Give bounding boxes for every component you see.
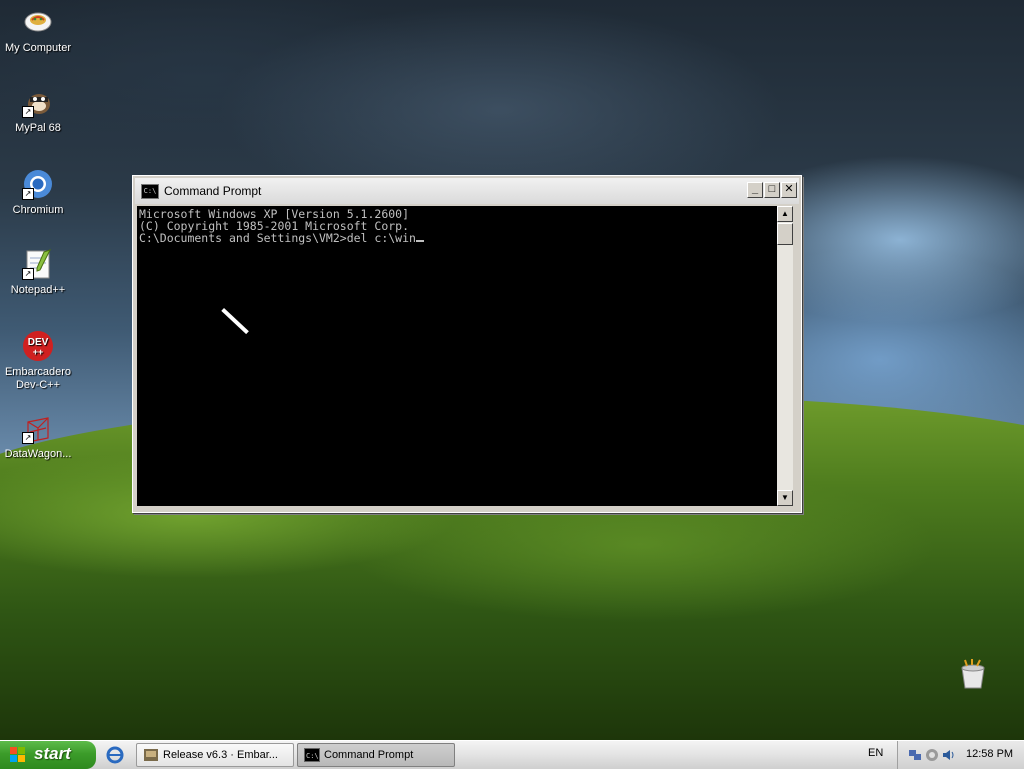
desktop-icon-label: Chromium <box>12 204 64 216</box>
console-prompt-text: C:\Documents and Settings\VM2>del c:\win <box>139 231 416 245</box>
command-prompt-icon: C:\ <box>141 184 159 199</box>
desktop-bucket-icon[interactable] <box>958 658 988 690</box>
volume-icon[interactable] <box>942 748 956 762</box>
language-indicator[interactable]: EN <box>868 747 883 759</box>
start-label: start <box>34 744 71 763</box>
desktop-icon-chromium[interactable]: ↗ Chromium <box>0 168 76 217</box>
taskbar-item-label: Command Prompt <box>324 749 414 761</box>
datawagon-icon: ↗ <box>22 412 54 444</box>
start-button[interactable]: start <box>0 741 96 769</box>
scroll-up-arrow-icon[interactable]: ▲ <box>777 206 793 222</box>
command-prompt-icon: C:\ <box>304 748 320 762</box>
internet-explorer-icon[interactable] <box>106 746 124 764</box>
desktop-icon-notepadpp[interactable]: ↗ Notepad++ <box>0 248 76 297</box>
taskbar-item-release[interactable]: Release v6.3 · Embar... <box>136 743 294 767</box>
svg-text:++: ++ <box>33 347 44 357</box>
desktop-icon-my-computer[interactable]: My Computer <box>0 6 76 55</box>
console-line-prompt: C:\Documents and Settings\VM2>del c:\win <box>139 232 777 244</box>
scrollbar-thumb[interactable] <box>777 223 793 245</box>
vertical-scrollbar[interactable]: ▲ ▼ <box>777 206 793 506</box>
windows-flag-icon <box>10 747 26 763</box>
command-prompt-window[interactable]: C:\ Command Prompt _ □ ✕ Microsoft Windo… <box>132 175 802 513</box>
devcpp-icon: DEV ++ <box>22 330 54 362</box>
my-computer-icon <box>22 6 54 38</box>
console-cursor <box>415 240 424 242</box>
console-output[interactable]: Microsoft Windows XP [Version 5.1.2600](… <box>137 206 777 506</box>
network-icon[interactable] <box>908 748 922 762</box>
desktop-icon-label: Embarcadero Dev-C++ <box>4 366 72 391</box>
taskbar-item-command-prompt[interactable]: C:\ Command Prompt <box>297 743 455 767</box>
embarcadero-app-icon <box>143 748 159 762</box>
desktop-icon-label: My Computer <box>4 42 72 54</box>
desktop-icon-datawagon[interactable]: ↗ DataWagon... <box>0 412 76 461</box>
shortcut-arrow-icon: ↗ <box>22 268 34 280</box>
close-button[interactable]: ✕ <box>781 182 797 198</box>
shortcut-arrow-icon: ↗ <box>22 432 34 444</box>
system-tray: 12:58 PM <box>897 741 1024 769</box>
window-title: Command Prompt <box>164 184 262 198</box>
mypal-icon: ↗ <box>22 86 54 118</box>
minimize-button[interactable]: _ <box>747 182 763 198</box>
scroll-down-arrow-icon[interactable]: ▼ <box>777 490 793 506</box>
desktop-icon-label: Notepad++ <box>10 284 66 296</box>
window-titlebar[interactable]: C:\ Command Prompt _ □ ✕ <box>135 178 799 204</box>
taskbar-item-label: Release v6.3 · Embar... <box>163 749 278 761</box>
chromium-icon: ↗ <box>22 168 54 200</box>
desktop-icon-devcpp[interactable]: DEV ++ Embarcadero Dev-C++ <box>0 330 76 392</box>
svg-text:C:\: C:\ <box>306 752 319 760</box>
desktop-icon-label: MyPal 68 <box>15 122 61 134</box>
maximize-button[interactable]: □ <box>764 182 780 198</box>
notepadpp-icon: ↗ <box>22 248 54 280</box>
shortcut-arrow-icon: ↗ <box>22 106 34 118</box>
security-icon[interactable] <box>925 748 939 762</box>
desktop-icon-mypal[interactable]: ↗ MyPal 68 <box>0 86 76 135</box>
shortcut-arrow-icon: ↗ <box>22 188 34 200</box>
taskbar: start Release v6.3 · Embar... C:\ Comman… <box>0 740 1024 769</box>
desktop-icon-label: DataWagon... <box>4 448 72 460</box>
taskbar-clock[interactable]: 12:58 PM <box>966 748 1013 760</box>
